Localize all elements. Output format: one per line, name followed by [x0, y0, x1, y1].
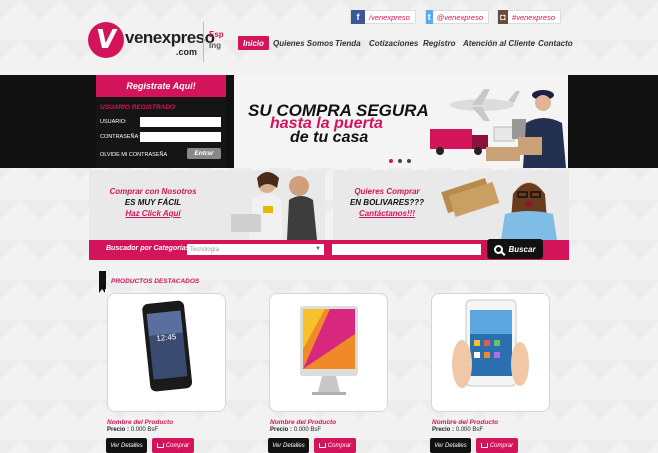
- nav-quienes-somos[interactable]: Quienes Somos: [273, 36, 333, 50]
- category-select[interactable]: Tecnología ▼: [187, 244, 324, 255]
- username-field[interactable]: [140, 117, 221, 127]
- logo-mark-icon: V: [88, 22, 124, 58]
- nav-cotizaciones[interactable]: Cotizaciones: [369, 36, 418, 50]
- woman-with-money-photo: [441, 177, 557, 240]
- search-icon: [494, 244, 504, 254]
- couple-shopping-photo: [231, 172, 317, 240]
- hero-slider[interactable]: SU COMPRA SEGURA hasta la puerta de tu c…: [234, 75, 568, 168]
- login-submit-button[interactable]: Entrar: [187, 148, 221, 159]
- view-details-button[interactable]: Ver Detalles: [106, 438, 147, 453]
- promo-right-line2: EN BOLIVARES???: [349, 198, 425, 207]
- product-name[interactable]: Nombre del Producto: [107, 419, 173, 426]
- register-button[interactable]: Registrate Aqui!: [96, 75, 226, 97]
- cart-icon: [156, 443, 164, 448]
- nav-inicio[interactable]: Inicio: [238, 36, 269, 50]
- nav-tienda[interactable]: Tienda: [335, 36, 361, 50]
- tablet-image: [452, 299, 529, 388]
- buy-button[interactable]: Comprar: [314, 438, 356, 453]
- product-name[interactable]: Nombre del Producto: [432, 419, 498, 426]
- product-card[interactable]: [431, 293, 550, 412]
- product-price: Precio : 0.000 BsF: [270, 427, 322, 433]
- product-price: Precio : 0.000 BsF: [432, 427, 484, 433]
- promo-right-line1: Quieres Comprar: [354, 187, 420, 196]
- product-name[interactable]: Nombre del Producto: [270, 419, 336, 426]
- site-logo[interactable]: V venexpreso .com: [88, 20, 215, 62]
- promo-bolivares[interactable]: Quieres Comprar EN BOLIVARES??? Cantácta…: [333, 170, 569, 240]
- bookmark-icon: [99, 271, 106, 293]
- login-title: USUARIO REGISTRADO: [100, 104, 176, 111]
- lang-english[interactable]: Ing: [209, 41, 221, 50]
- password-label: CONTRASEÑA:: [100, 134, 140, 140]
- facebook-label: /venexpreso: [369, 12, 410, 22]
- product-card[interactable]: [269, 293, 388, 412]
- logo-divider: [203, 22, 204, 62]
- view-details-button[interactable]: Ver Detalles: [430, 438, 471, 453]
- promo-left-link[interactable]: Haz Click Aquí: [93, 209, 213, 218]
- smartphone-image: 12:45: [142, 300, 193, 392]
- nav-contacto[interactable]: Contacto: [538, 36, 573, 50]
- slider-dot[interactable]: [398, 159, 402, 163]
- promo-right-link[interactable]: Cantáctanos!!!: [339, 209, 435, 218]
- promo-left-line1: Comprar con Nosotros: [109, 187, 197, 196]
- slider-dot[interactable]: [389, 159, 393, 163]
- featured-products-title: PRODUCTOS DESTACADOS: [111, 278, 200, 285]
- cart-icon: [480, 443, 488, 448]
- category-select-value: Tecnología: [190, 246, 220, 253]
- twitter-link[interactable]: t @venexpreso: [425, 10, 489, 24]
- facebook-link[interactable]: f /venexpreso: [350, 10, 416, 24]
- search-button-label: Buscar: [508, 244, 536, 254]
- slide-subline-2: de tu casa: [290, 129, 369, 146]
- twitter-label: @venexpreso: [436, 12, 483, 22]
- product-card[interactable]: 12:45: [107, 293, 226, 412]
- chevron-down-icon: ▼: [315, 246, 321, 252]
- instagram-icon: ◘: [498, 10, 509, 24]
- search-input[interactable]: [332, 244, 481, 255]
- cart-icon: [318, 443, 326, 448]
- promo-easy-buy[interactable]: Comprar con Nosotros ES MUY FÁCIL Haz Cl…: [89, 170, 325, 240]
- search-category-label: Buscador por Categorías:: [106, 245, 192, 252]
- promo-left-line2: ES MUY FÁCIL: [124, 198, 182, 207]
- facebook-icon: f: [351, 10, 365, 24]
- twitter-icon: t: [426, 10, 433, 24]
- lang-spanish[interactable]: Esp: [209, 30, 224, 39]
- instagram-link[interactable]: ◘ #venexpreso: [497, 10, 561, 24]
- product-price: Precio : 0.000 BsF: [107, 427, 159, 433]
- username-label: USUARIO:: [100, 119, 127, 125]
- slider-dot[interactable]: [407, 159, 411, 163]
- search-button[interactable]: Buscar: [487, 239, 543, 259]
- forgot-password-link[interactable]: OLVIDE MI CONTRASEÑA: [100, 152, 167, 158]
- buy-button[interactable]: Comprar: [152, 438, 194, 453]
- all-in-one-computer-image: [300, 306, 358, 395]
- instagram-label: #venexpreso: [512, 12, 555, 22]
- logo-name: venexpreso: [125, 28, 215, 47]
- delivery-man-illustration: [518, 90, 566, 168]
- buy-button[interactable]: Comprar: [476, 438, 518, 453]
- nav-registro[interactable]: Registro: [423, 36, 455, 50]
- logo-domain: .com: [176, 47, 198, 57]
- view-details-button[interactable]: Ver Detalles: [268, 438, 309, 453]
- nav-atencion-cliente[interactable]: Atención al Cliente: [463, 36, 535, 50]
- password-field[interactable]: [140, 132, 221, 142]
